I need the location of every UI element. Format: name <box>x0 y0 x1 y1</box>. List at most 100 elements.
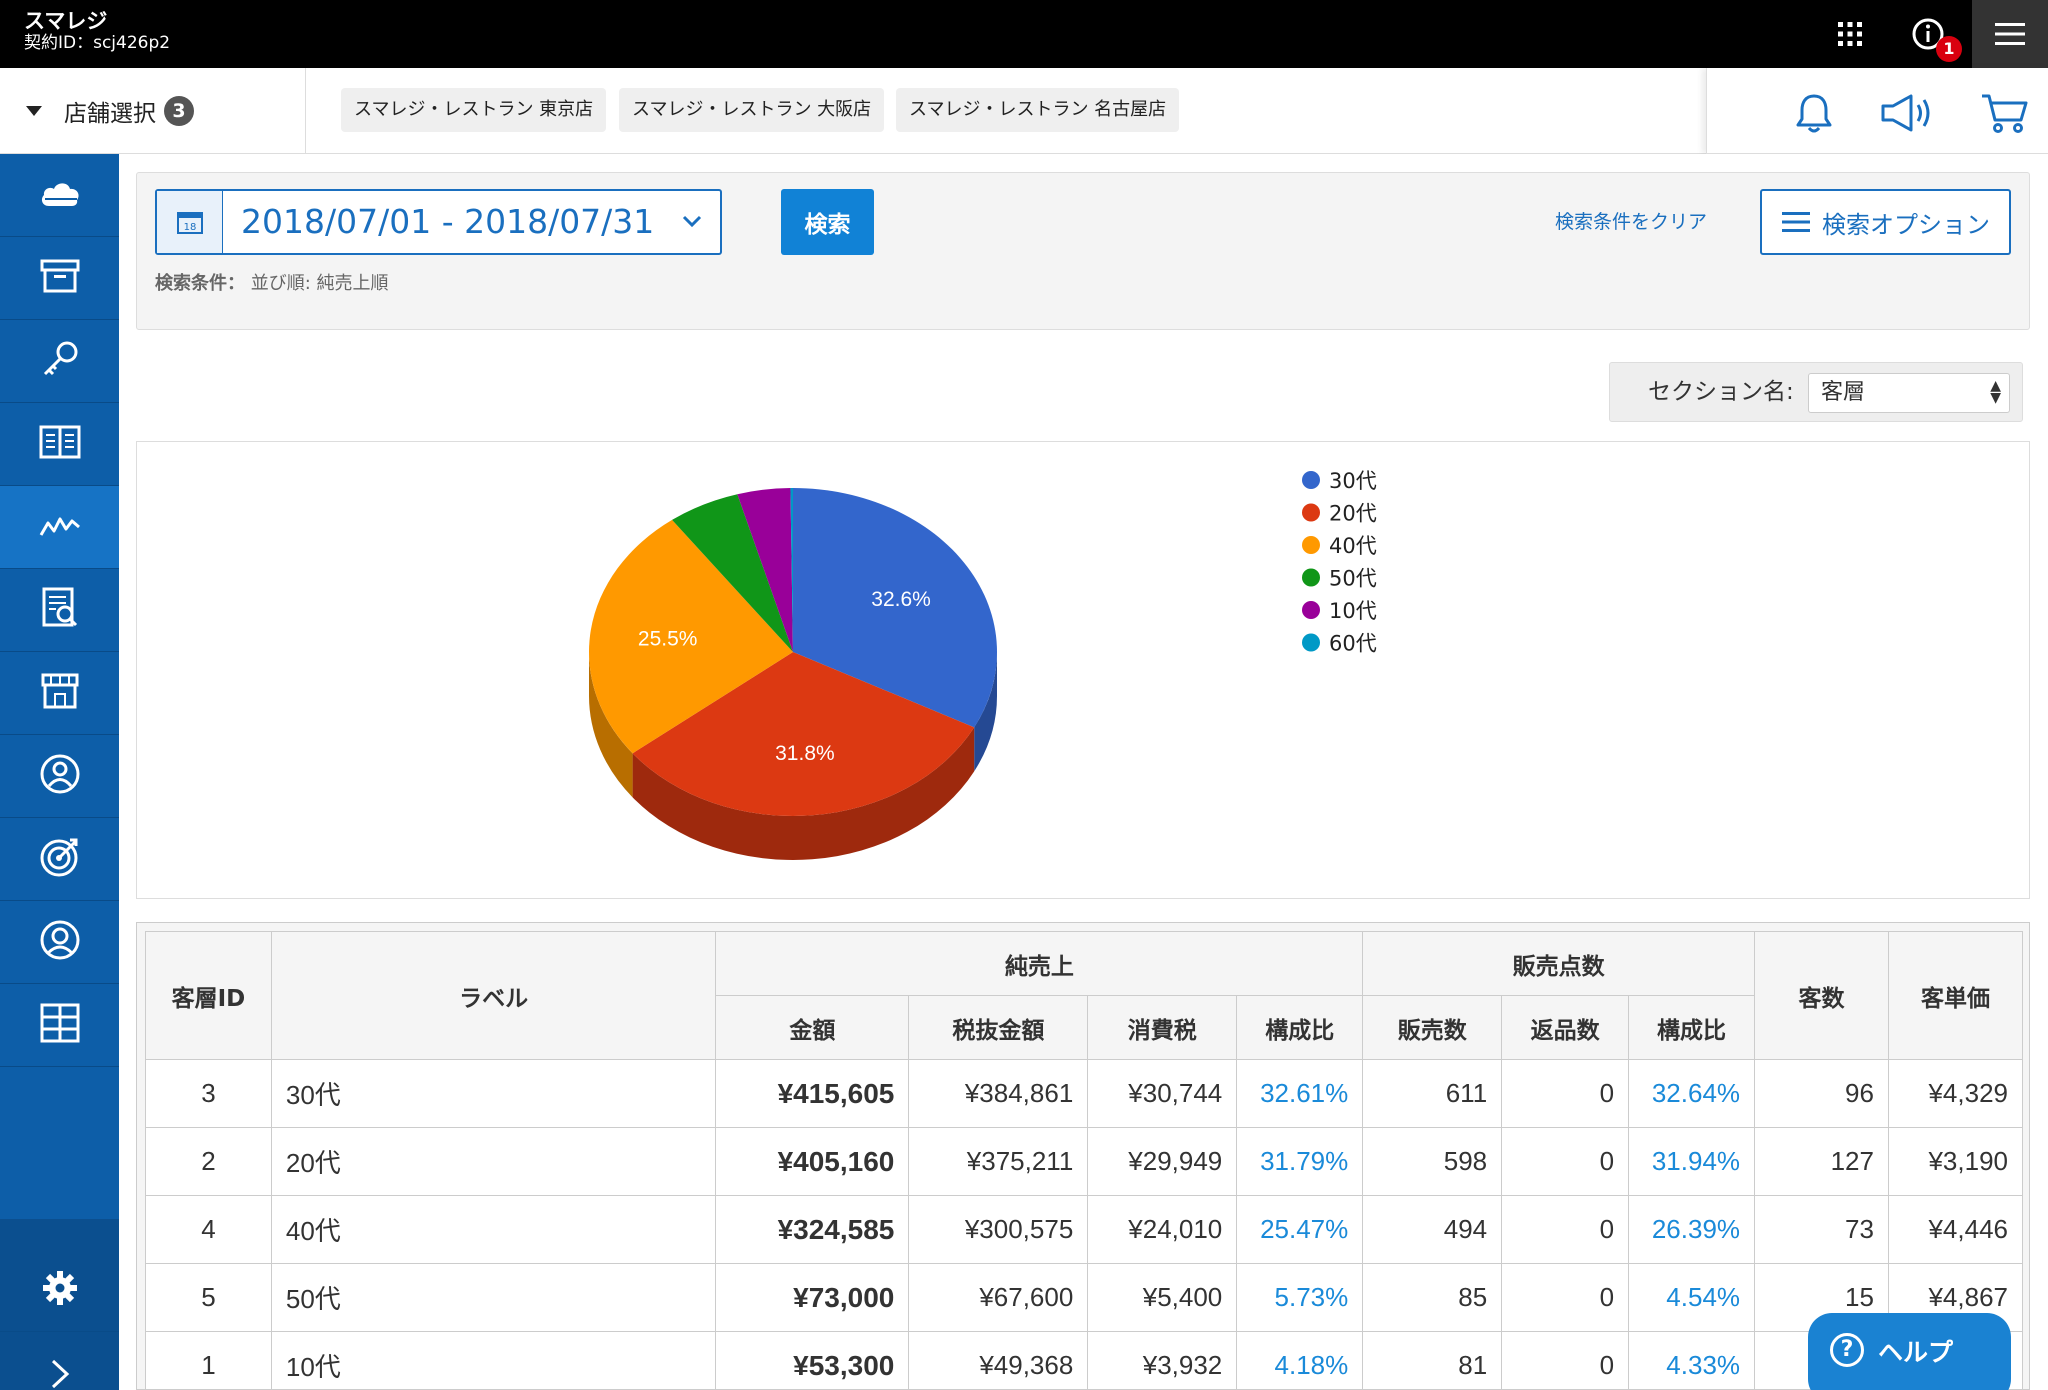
cell-id: 3 <box>145 1059 272 1128</box>
store-select-label: 店舗選択 <box>64 101 156 127</box>
header-id[interactable]: 客層ID <box>145 931 272 1060</box>
table-row[interactable]: 3 30代 ¥415,605 ¥384,861 ¥30,744 32.61% 611 0 32.… <box>145 1059 2024 1128</box>
box-icon <box>40 258 80 298</box>
sidebar-item-settings-key[interactable] <box>0 320 119 403</box>
table-row[interactable]: 5 50代 ¥73,000 ¥67,600 ¥5,400 5.73% 85 0 4.54% 15 ¥… <box>145 1263 2024 1332</box>
search-options-label: 検索オプション <box>1822 210 1990 239</box>
search-button[interactable]: 検索 <box>781 189 874 255</box>
chevron-down-icon <box>680 209 704 237</box>
cell-tax: ¥3,932 <box>1087 1331 1238 1389</box>
header-customers[interactable]: 客数 <box>1754 931 1889 1060</box>
header-tax[interactable]: 消費税 <box>1087 995 1238 1060</box>
cell-sold: 611 <box>1362 1059 1503 1128</box>
cell-label: 20代 <box>270 1127 717 1196</box>
conditions-label: 検索条件： <box>155 273 245 294</box>
sidebar-item-stores[interactable] <box>0 652 119 735</box>
cell-id: 1 <box>145 1331 272 1389</box>
store-chip[interactable]: スマレジ・レストラン 名古屋店 <box>896 88 1180 132</box>
header-tax-excluded[interactable]: 税抜金額 <box>908 995 1089 1060</box>
header-sales-count: 販売点数 <box>1362 931 1756 996</box>
pie-chart: 32.6% 31.8% 25.5% 30代 20代 40代 50代 10代 60代 <box>589 469 1377 860</box>
cell-ratio2: 32.64% <box>1628 1059 1756 1128</box>
cell-tax-excluded: ¥49,368 <box>908 1331 1089 1389</box>
cell-sold: 81 <box>1362 1331 1503 1389</box>
pie-data-label: 25.5% <box>638 627 698 650</box>
list-icon <box>1782 210 1810 234</box>
cell-ratio: 5.73% <box>1236 1263 1364 1332</box>
search-conditions: 検索条件： 並び順: 純売上順 <box>155 269 389 295</box>
legend-label[interactable]: 20代 <box>1329 502 1377 526</box>
sidebar-item-settings[interactable] <box>0 1249 119 1332</box>
sidebar-item-inventory[interactable] <box>0 237 119 320</box>
legend-marker <box>1302 568 1320 587</box>
select-arrows-icon: ▲ ▼ <box>1990 378 2001 406</box>
legend-label[interactable]: 30代 <box>1329 469 1377 493</box>
cell-ratio2: 31.94% <box>1628 1127 1756 1196</box>
search-options-button[interactable]: 検索オプション <box>1760 189 2011 255</box>
cell-label: 40代 <box>270 1195 717 1264</box>
pie-data-label: 31.8% <box>775 742 835 765</box>
cell-label: 10代 <box>270 1331 717 1389</box>
customer-icon <box>39 919 81 965</box>
sidebar-item-manual[interactable] <box>0 403 119 486</box>
date-range-value: 2018/07/01 - 2018/07/31 <box>241 202 655 241</box>
pie-chart-panel: 32.6% 31.8% 25.5% 30代 20代 40代 50代 10代 60代 <box>136 441 2030 899</box>
header-unit-price[interactable]: 客単価 <box>1887 931 2024 1060</box>
sidebar-item-analytics[interactable] <box>0 486 119 569</box>
section-select[interactable]: 客層 ▲ ▼ <box>1808 373 2010 413</box>
store-chip[interactable]: スマレジ・レストラン 東京店 <box>341 88 607 132</box>
sidebar-item-apps[interactable] <box>0 984 119 1067</box>
sidebar-item-staff[interactable] <box>0 735 119 818</box>
header-ratio[interactable]: 構成比 <box>1236 995 1364 1060</box>
cell-customers: 127 <box>1754 1127 1889 1196</box>
megaphone-icon[interactable] <box>1879 90 1939 136</box>
cell-customers: 96 <box>1754 1059 1889 1128</box>
help-label: ヘルプ <box>1878 1338 1954 1367</box>
header-returned[interactable]: 返品数 <box>1501 995 1630 1060</box>
sidebar <box>0 154 119 1390</box>
cell-ratio: 32.61% <box>1236 1059 1364 1128</box>
apps-grid-icon[interactable] <box>1830 0 1870 68</box>
hamburger-menu-icon[interactable] <box>1972 0 2048 68</box>
header-amount[interactable]: 金額 <box>715 995 910 1060</box>
legend-label[interactable]: 10代 <box>1329 599 1377 623</box>
cell-sold: 494 <box>1362 1195 1503 1264</box>
bell-icon[interactable] <box>1791 90 1837 136</box>
cell-unit-price: ¥4,446 <box>1887 1195 2024 1264</box>
date-range-field[interactable]: 18 2018/07/01 - 2018/07/31 <box>155 189 722 255</box>
apps-grid-icon <box>40 1003 80 1047</box>
user-circle-icon <box>39 753 81 799</box>
calendar-day: 18 <box>183 222 196 233</box>
sidebar-expand-button[interactable] <box>0 1334 119 1390</box>
store-bar: 店舗選択 3 スマレジ・レストラン 東京店 スマレジ・レストラン 大阪店 スマレ… <box>0 68 2048 154</box>
cell-amount: ¥405,160 <box>715 1127 910 1196</box>
table-row[interactable]: 4 40代 ¥324,585 ¥300,575 ¥24,010 25.47% 494 0 26.… <box>145 1195 2024 1264</box>
cell-ratio: 31.79% <box>1236 1127 1364 1196</box>
cell-tax: ¥29,949 <box>1087 1127 1238 1196</box>
legend-label[interactable]: 50代 <box>1329 567 1377 591</box>
table-row[interactable]: 2 20代 ¥405,160 ¥375,211 ¥29,949 31.79% 598 0 31.… <box>145 1127 2024 1196</box>
search-panel: 18 2018/07/01 - 2018/07/31 検索 検索条件をクリア 検… <box>136 172 2030 330</box>
header-label[interactable]: ラベル <box>270 931 717 1060</box>
legend-label[interactable]: 40代 <box>1329 534 1377 558</box>
store-select-toggle[interactable]: 店舗選択 3 <box>0 68 306 154</box>
header-ratio-count[interactable]: 構成比 <box>1628 995 1756 1060</box>
gear-icon <box>42 1270 78 1310</box>
cart-icon[interactable] <box>1979 90 2029 136</box>
header-sold[interactable]: 販売数 <box>1362 995 1503 1060</box>
clear-conditions-link[interactable]: 検索条件をクリア <box>1555 207 1707 234</box>
cell-label: 30代 <box>270 1059 717 1128</box>
sidebar-item-cloud[interactable] <box>0 154 119 237</box>
table-row[interactable]: 1 10代 ¥53,300 ¥49,368 ¥3,932 4.18% 81 0 4.33% <box>145 1331 2024 1389</box>
legend-label[interactable]: 60代 <box>1329 632 1377 656</box>
cell-ratio: 4.18% <box>1236 1331 1364 1389</box>
data-table: 客層ID ラベル 純売上 販売点数 客数 客単価 金額 税抜金額 消費税 構成比… <box>145 931 2024 1389</box>
sidebar-item-reports[interactable] <box>0 569 119 652</box>
help-button[interactable]: ? ヘルプ <box>1808 1313 2011 1390</box>
cell-customers: 73 <box>1754 1195 1889 1264</box>
top-bar: スマレジ 契約ID：scj426p2 1 <box>0 0 2048 68</box>
sidebar-item-customers[interactable] <box>0 901 119 984</box>
sidebar-item-goals[interactable] <box>0 818 119 901</box>
store-chip[interactable]: スマレジ・レストラン 大阪店 <box>619 88 885 132</box>
calendar-icon[interactable]: 18 <box>157 191 223 253</box>
